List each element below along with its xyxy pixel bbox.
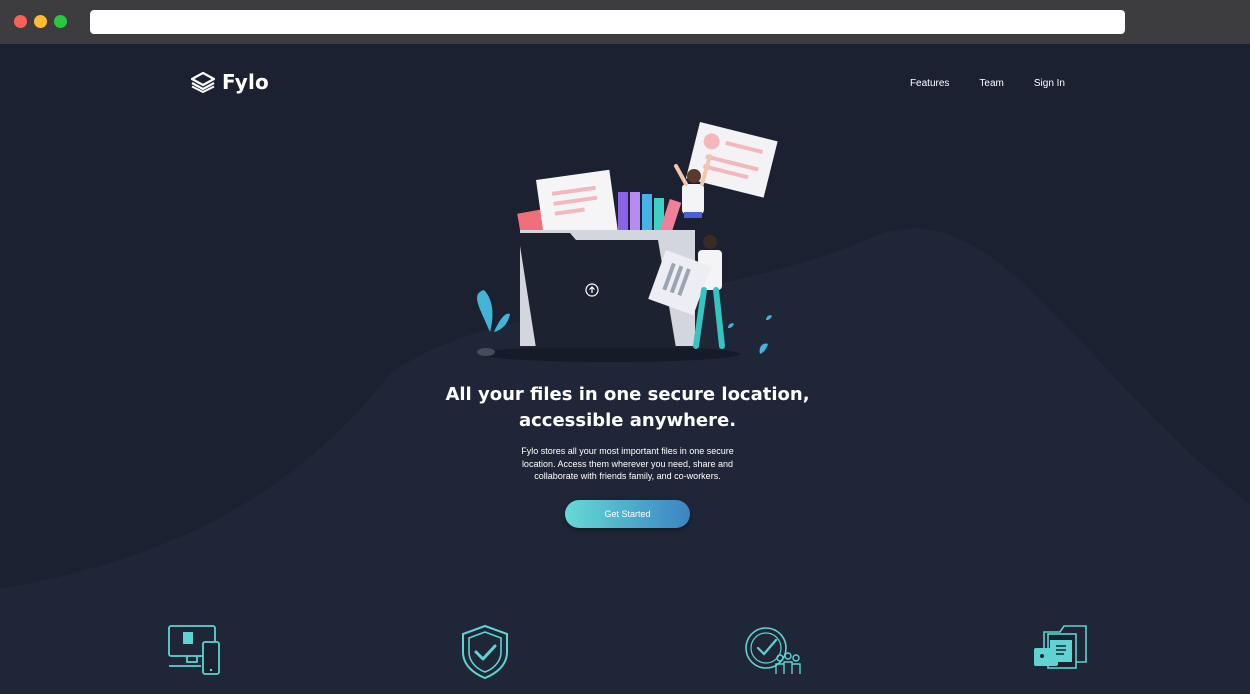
get-started-button[interactable]: Get Started (565, 500, 690, 528)
hero-illustration (477, 122, 778, 362)
nav-link-sign-in[interactable]: Sign In (1034, 78, 1065, 89)
address-bar[interactable] (90, 10, 1125, 34)
hero-description: Fylo stores all your most important file… (521, 446, 734, 481)
hero-title-line-1: All your files in one secure location, (445, 384, 810, 405)
devices-icon (168, 625, 220, 675)
minimize-window-button[interactable] (34, 15, 47, 28)
close-window-button[interactable] (14, 15, 27, 28)
hero-title: All your files in one secure location, a… (425, 382, 830, 434)
collaboration-icon (745, 627, 801, 674)
nav-links: Features Team Sign In (910, 78, 1065, 89)
hero-title-line-2: accessible anywhere. (518, 410, 737, 431)
page-viewport: Fylo Features Team Sign In All your file… (0, 44, 1250, 694)
logo-text: Fylo (222, 70, 270, 94)
logo[interactable]: Fylo (190, 70, 269, 94)
nav-link-team[interactable]: Team (979, 78, 1003, 89)
file-storage-icon (1034, 625, 1087, 669)
security-shield-icon (462, 624, 508, 680)
browser-chrome (0, 0, 1250, 44)
nav-link-features[interactable]: Features (910, 78, 949, 89)
layers-logo-icon (190, 71, 216, 93)
maximize-window-button[interactable] (54, 15, 67, 28)
